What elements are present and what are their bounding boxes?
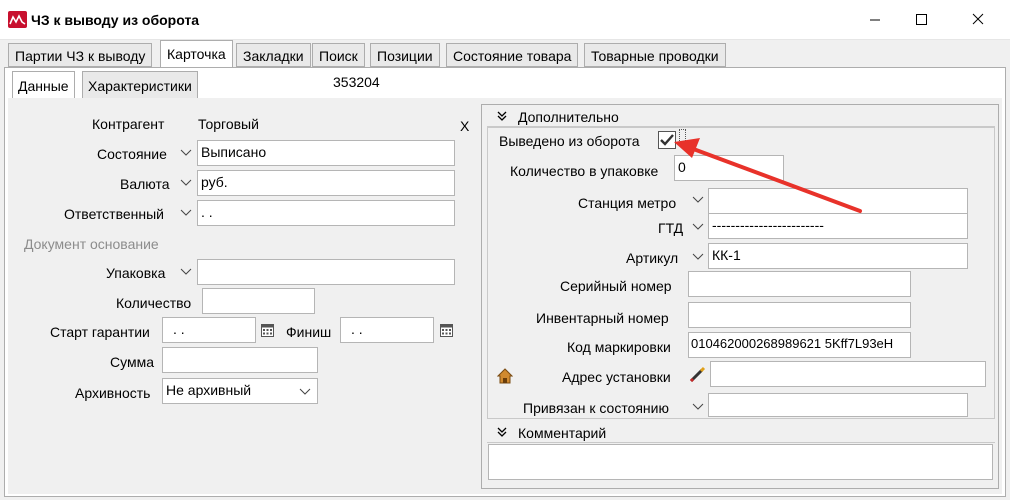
start-garantii-field[interactable]: . .: [162, 317, 256, 343]
chevron-down-icon[interactable]: [179, 265, 193, 279]
annotation-arrow: [674, 138, 862, 213]
serial-label: Серийный номер: [560, 278, 672, 294]
kol-upak-label: Количество в упаковке: [510, 163, 659, 179]
sostoyanie-field[interactable]: Выписано: [197, 140, 455, 166]
kod-field[interactable]: 010462000268989621 5Kff7L93eH: [688, 332, 911, 358]
start-garantii-label: Старт гарантии: [50, 324, 150, 340]
summa-field[interactable]: [162, 347, 318, 373]
chevron-down-icon[interactable]: [179, 176, 193, 190]
finish-field[interactable]: . .: [340, 317, 434, 343]
inventar-label: Инвентарный номер: [536, 310, 669, 326]
tab-poisk[interactable]: Поиск: [312, 43, 365, 67]
tab-pozicii[interactable]: Позиции: [370, 43, 440, 67]
sostoyanie-label: Состояние: [97, 146, 167, 162]
kontragent-clear-button[interactable]: X: [460, 118, 469, 134]
close-button[interactable]: [955, 0, 1001, 40]
subtab-harakteristiki[interactable]: Характеристики: [82, 71, 198, 99]
valyuta-field[interactable]: руб.: [197, 170, 455, 196]
tab-tovarnye-provodki[interactable]: Товарные проводки: [584, 43, 726, 67]
chevron-down-icon[interactable]: [179, 146, 193, 160]
subtab-dannye[interactable]: Данные: [12, 71, 75, 99]
maximize-icon: [916, 14, 927, 25]
pencil-icon[interactable]: [688, 366, 706, 384]
dopolnitelno-title: Дополнительно: [518, 109, 619, 125]
chevron-down-icon[interactable]: [691, 250, 705, 264]
summa-label: Сумма: [110, 354, 154, 370]
tab-zakladki[interactable]: Закладки: [236, 43, 311, 67]
chevron-down-icon[interactable]: [691, 220, 705, 234]
kommentariy-title: Комментарий: [518, 425, 607, 441]
adres-label: Адрес установки: [562, 369, 671, 385]
otvetstvenny-field[interactable]: . .: [197, 200, 455, 226]
calendar-icon[interactable]: [261, 323, 274, 337]
artikul-field[interactable]: КК-1: [708, 243, 968, 269]
tab-partii[interactable]: Партии ЧЗ к выводу: [8, 43, 153, 67]
valyuta-label: Валюта: [120, 176, 170, 192]
minimize-icon: [870, 19, 880, 21]
vyvedeno-label: Выведено из оборота: [499, 133, 640, 149]
chevron-down-icon[interactable]: [691, 400, 705, 414]
inventar-field[interactable]: [688, 302, 911, 328]
arkhivnost-label: Архивность: [75, 385, 151, 401]
chevron-down-icon[interactable]: [179, 206, 193, 220]
collapse-icon[interactable]: [496, 110, 508, 122]
house-icon[interactable]: [497, 368, 513, 384]
artikul-label: Артикул: [626, 250, 679, 266]
window-title: ЧЗ к выводу из оборота: [31, 12, 200, 28]
upakovka-label: Упаковка: [106, 265, 166, 281]
otvetstvenny-label: Ответственный: [64, 206, 164, 222]
close-icon: [972, 13, 984, 25]
kommentariy-field[interactable]: [488, 444, 993, 480]
tab-kartochka[interactable]: Карточка: [160, 40, 233, 68]
chevron-down-icon[interactable]: [298, 385, 312, 399]
privyazan-field[interactable]: [708, 393, 968, 417]
record-id: 353204: [333, 74, 380, 90]
kod-label: Код маркировки: [567, 339, 671, 355]
dokument-label: Документ основание: [24, 236, 159, 252]
arkhivnost-select[interactable]: Не архивный: [162, 378, 318, 404]
adres-field[interactable]: [710, 361, 986, 387]
tab-sostoyanie-tovara[interactable]: Состояние товара: [446, 43, 579, 67]
title-bar: ЧЗ к выводу из оборота: [0, 0, 1010, 40]
calendar-icon[interactable]: [440, 323, 453, 337]
finish-label: Финиш: [286, 324, 332, 340]
minimize-button[interactable]: [852, 0, 898, 40]
kolichestvo-field[interactable]: [202, 288, 315, 314]
kolichestvo-label: Количество: [116, 295, 192, 311]
gtd-label: ГТД: [658, 220, 684, 236]
kontragent-value: Торговый: [198, 116, 259, 132]
upakovka-field[interactable]: [197, 259, 455, 285]
privyazan-label: Привязан к состоянию: [523, 400, 669, 416]
serial-field[interactable]: [688, 271, 911, 297]
collapse-icon[interactable]: [496, 426, 508, 438]
app-logo-icon: [8, 11, 27, 28]
kontragent-label: Контрагент: [92, 116, 165, 132]
maximize-button[interactable]: [898, 0, 944, 40]
